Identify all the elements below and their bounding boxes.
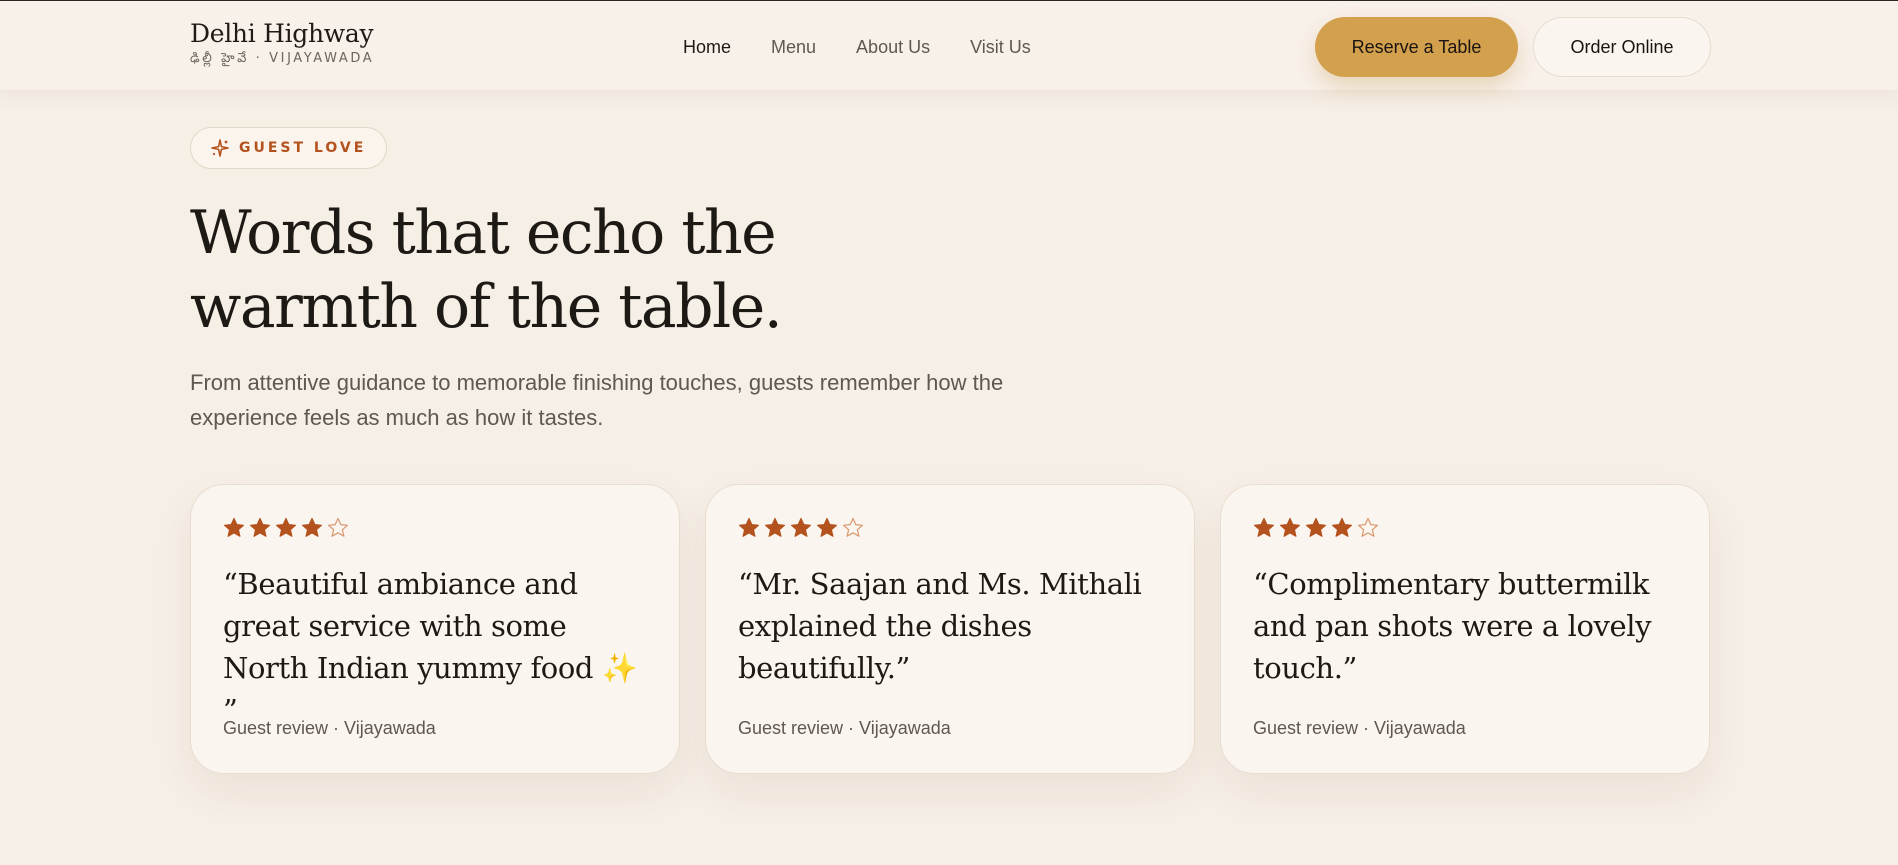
star-empty-icon: [842, 517, 864, 539]
nav-item-visit-us[interactable]: Visit Us: [970, 37, 1031, 58]
star-filled-icon: [790, 517, 812, 539]
sparkle-icon: [211, 139, 229, 157]
brand-subtitle: ఢిల్లీ హైవే · VIJAYAWADA: [190, 51, 375, 66]
star-filled-icon: [223, 517, 245, 539]
nav-item-about-us[interactable]: About Us: [856, 37, 930, 58]
page-title: Words that echo the warmth of the table.: [190, 196, 890, 344]
star-filled-icon: [1279, 517, 1301, 539]
star-rating: [738, 517, 864, 539]
brand-name: Delhi Highway: [190, 19, 374, 48]
site-header: Delhi Highway ఢిల్లీ హైవే · VIJAYAWADA H…: [0, 0, 1898, 91]
reserve-table-button[interactable]: Reserve a Table: [1315, 17, 1518, 77]
star-filled-icon: [249, 517, 271, 539]
brand[interactable]: Delhi Highway ఢిల్లీ హైవే · VIJAYAWADA: [190, 19, 374, 69]
section-intro: From attentive guidance to memorable fin…: [190, 370, 1004, 430]
main-nav: Home Menu About Us Visit Us: [683, 37, 1031, 58]
star-filled-icon: [816, 517, 838, 539]
order-online-button[interactable]: Order Online: [1533, 17, 1711, 77]
nav-item-menu[interactable]: Menu: [771, 37, 816, 58]
nav-item-home[interactable]: Home: [683, 37, 731, 58]
review-cards: “Beautiful ambiance and great service wi…: [190, 484, 1710, 774]
star-rating: [1253, 517, 1379, 539]
star-filled-icon: [764, 517, 786, 539]
star-filled-icon: [275, 517, 297, 539]
star-empty-icon: [1357, 517, 1379, 539]
eyebrow-label: GUEST LOVE: [239, 140, 367, 156]
star-filled-icon: [1305, 517, 1327, 539]
review-meta: Guest review · Vijayawada: [223, 718, 436, 738]
review-card: “Mr. Saajan and Ms. Mithali explained th…: [705, 484, 1195, 774]
section-eyebrow: GUEST LOVE: [190, 127, 388, 169]
review-meta: Guest review · Vijayawada: [1253, 718, 1466, 738]
star-filled-icon: [1253, 517, 1275, 539]
star-empty-icon: [327, 517, 349, 539]
review-card: “Complimentary buttermilk and pan shots …: [1220, 484, 1710, 774]
review-meta: Guest review · Vijayawada: [738, 718, 951, 738]
review-quote: “Mr. Saajan and Ms. Mithali explained th…: [738, 567, 1142, 685]
review-card: “Beautiful ambiance and great service wi…: [190, 484, 680, 774]
headline-line-2: warmth of the table.: [190, 272, 783, 342]
review-quote: “Complimentary buttermilk and pan shots …: [1253, 567, 1652, 685]
star-filled-icon: [1331, 517, 1353, 539]
star-filled-icon: [738, 517, 760, 539]
headline-line-1: Words that echo the: [190, 198, 777, 268]
star-rating: [223, 517, 349, 539]
review-quote: “Beautiful ambiance and great service wi…: [223, 567, 638, 727]
star-filled-icon: [301, 517, 323, 539]
